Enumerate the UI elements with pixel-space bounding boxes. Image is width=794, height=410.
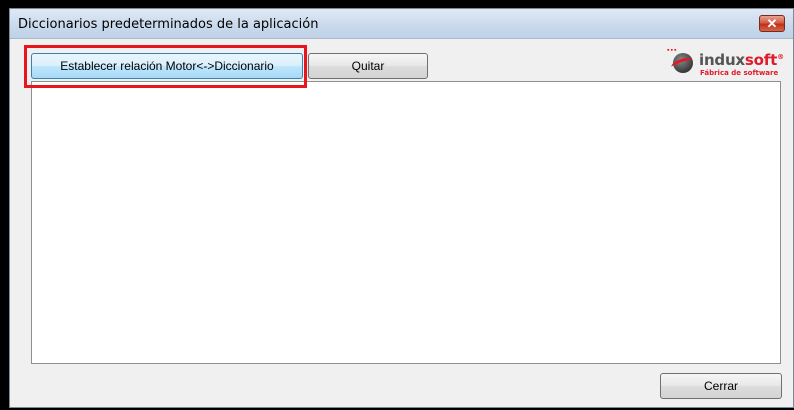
induxsoft-logo: ▪▪▪ induxsoft® Fábrica de software — [667, 47, 787, 77]
dictionary-list[interactable] — [31, 81, 781, 364]
cerrar-button[interactable]: Cerrar — [660, 373, 782, 399]
logo-tagline: Fábrica de software — [700, 69, 779, 77]
logo-dots-icon: ▪▪▪ — [667, 47, 678, 54]
establecer-relacion-button[interactable]: Establecer relación Motor<->Diccionario — [31, 53, 303, 79]
close-button[interactable]: ✕ — [759, 15, 785, 32]
establecer-relacion-label: Establecer relación Motor<->Diccionario — [60, 59, 274, 73]
dialog-window: Diccionarios predeterminados de la aplic… — [9, 8, 794, 408]
logo-name: induxsoft® — [699, 51, 784, 69]
quitar-button[interactable]: Quitar — [308, 53, 428, 79]
close-icon: ✕ — [766, 16, 778, 31]
window-title: Diccionarios predeterminados de la aplic… — [18, 17, 319, 32]
quitar-label: Quitar — [351, 59, 385, 73]
title-bar[interactable]: Diccionarios predeterminados de la aplic… — [10, 9, 793, 39]
cerrar-label: Cerrar — [703, 379, 738, 393]
